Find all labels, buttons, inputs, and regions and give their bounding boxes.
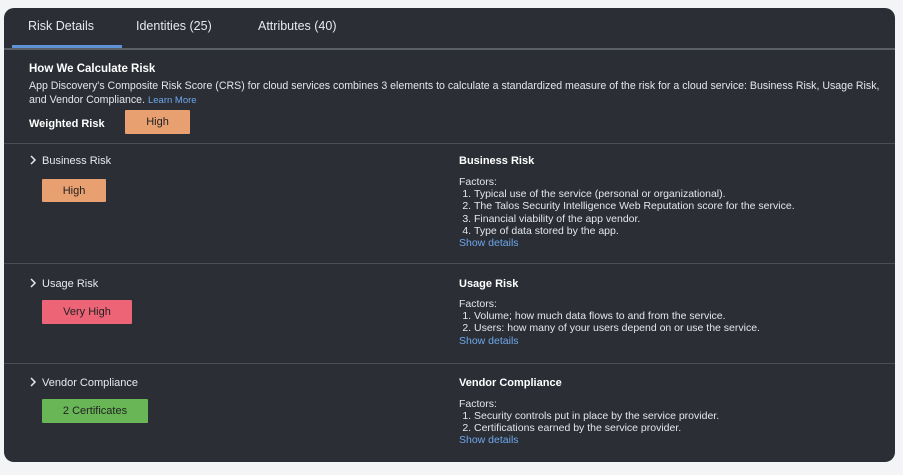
factor-item: Security controls put in place by the se… [474,410,719,422]
intro-heading: How We Calculate Risk [29,63,156,75]
tab-attributes[interactable]: Attributes (40) [258,19,337,33]
tab-risk-details[interactable]: Risk Details [28,19,94,33]
divider [4,363,895,364]
active-tab-indicator [12,45,122,48]
divider [4,143,895,144]
show-details-link[interactable]: Show details [459,335,519,347]
factor-item: Type of data stored by the app. [474,225,795,237]
factor-item: Volume; how much data flows to and from … [474,310,760,322]
intro-text: App Discovery's Composite Risk Score (CR… [29,79,889,108]
factor-item: Financial viability of the app vendor. [474,213,795,225]
factor-item: Certifications earned by the service pro… [474,422,719,434]
risk-calculation-intro: How We Calculate Risk App Discovery's Co… [29,63,889,108]
tab-identities[interactable]: Identities (25) [136,19,212,33]
business-risk-badge: High [42,179,106,202]
business-risk-heading: Business Risk [459,155,535,167]
chevron-right-icon[interactable] [28,377,38,387]
chevron-right-icon[interactable] [28,278,38,288]
risk-details-panel: Risk Details Identities (25) Attributes … [4,8,895,462]
learn-more-link[interactable]: Learn More [148,95,197,106]
tab-bar: Risk Details Identities (25) Attributes … [4,8,895,50]
weighted-risk-label: Weighted Risk [29,118,105,130]
vendor-compliance-badge: 2 Certificates [42,399,148,423]
factor-item: Users: how many of your users depend on … [474,322,760,334]
usage-risk-badge: Very High [42,300,132,324]
usage-risk-toggle[interactable]: Usage Risk [42,278,98,290]
weighted-risk-badge: High [125,110,190,134]
factors-label: Factors: [459,298,497,310]
business-risk-factors: Factors: Typical use of the service (per… [459,176,795,237]
chevron-right-icon[interactable] [28,155,38,165]
vendor-compliance-toggle[interactable]: Vendor Compliance [42,377,138,389]
factor-item: Typical use of the service (personal or … [474,188,795,200]
usage-risk-factors: Factors: Volume; how much data flows to … [459,298,760,335]
vendor-compliance-heading: Vendor Compliance [459,377,562,389]
show-details-link[interactable]: Show details [459,434,519,446]
divider [4,263,895,264]
vendor-compliance-factors: Factors: Security controls put in place … [459,398,719,435]
show-details-link[interactable]: Show details [459,237,519,249]
business-risk-toggle[interactable]: Business Risk [42,155,111,167]
factors-label: Factors: [459,176,497,188]
factors-label: Factors: [459,398,497,410]
usage-risk-heading: Usage Risk [459,278,519,290]
factor-item: The Talos Security Intelligence Web Repu… [474,200,795,212]
